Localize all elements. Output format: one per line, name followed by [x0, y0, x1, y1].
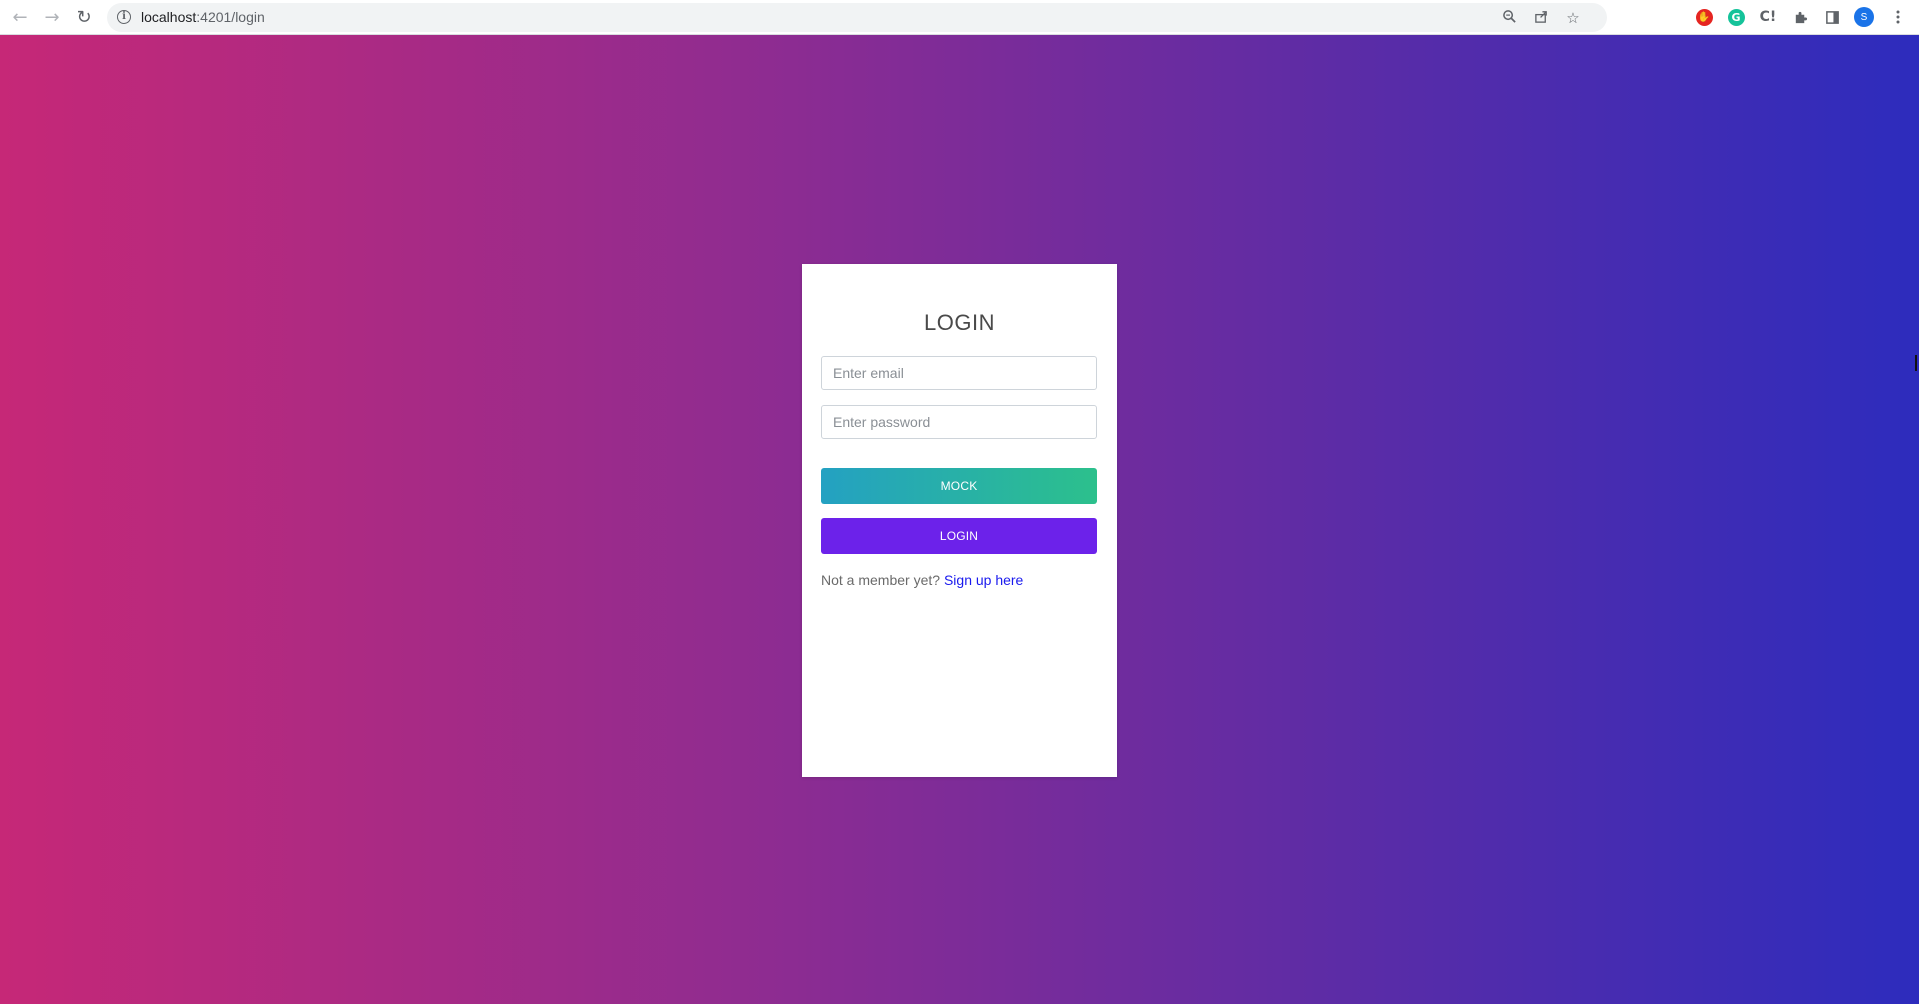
site-info-icon[interactable]: i: [117, 10, 131, 24]
back-button[interactable]: ←: [8, 5, 32, 29]
extension-c-icon[interactable]: C!: [1758, 7, 1778, 27]
mock-button[interactable]: MOCK: [821, 468, 1097, 504]
address-bar[interactable]: i localhost:4201/login ☆: [107, 3, 1607, 32]
adblock-icon[interactable]: ✋: [1694, 7, 1714, 27]
reload-button[interactable]: ↻: [72, 5, 96, 29]
puzzle-icon[interactable]: [1790, 7, 1810, 27]
reload-icon: ↻: [76, 6, 92, 28]
browser-toolbar: ← → ↻ i localhost:4201/login ☆ ✋ G C! S: [0, 0, 1919, 35]
grammarly-icon[interactable]: G: [1726, 7, 1746, 27]
share-icon[interactable]: [1532, 9, 1550, 27]
text-cursor: [1915, 355, 1917, 371]
page-background: LOGIN MOCK LOGIN Not a member yet? Sign …: [0, 35, 1919, 1004]
forward-button[interactable]: →: [40, 5, 64, 29]
url-host: localhost: [141, 9, 197, 25]
email-field[interactable]: [821, 356, 1097, 390]
zoom-icon[interactable]: [1500, 9, 1518, 27]
login-card: LOGIN MOCK LOGIN Not a member yet? Sign …: [802, 264, 1117, 777]
password-field[interactable]: [821, 405, 1097, 439]
signup-link[interactable]: Sign up here: [944, 572, 1023, 588]
star-icon[interactable]: ☆: [1564, 9, 1582, 27]
url-path: :4201/login: [196, 9, 265, 25]
login-title: LOGIN: [924, 310, 995, 335]
kebab-menu-icon[interactable]: [1888, 7, 1908, 27]
arrow-right-icon: →: [44, 6, 60, 28]
signup-prompt: Not a member yet?: [821, 572, 941, 588]
signup-row: Not a member yet? Sign up here: [821, 572, 1023, 588]
side-panel-icon[interactable]: [1822, 7, 1842, 27]
arrow-left-icon: ←: [12, 6, 28, 28]
login-button[interactable]: LOGIN: [821, 518, 1097, 554]
profile-avatar[interactable]: S: [1854, 7, 1874, 27]
url-text[interactable]: localhost:4201/login: [141, 9, 265, 25]
